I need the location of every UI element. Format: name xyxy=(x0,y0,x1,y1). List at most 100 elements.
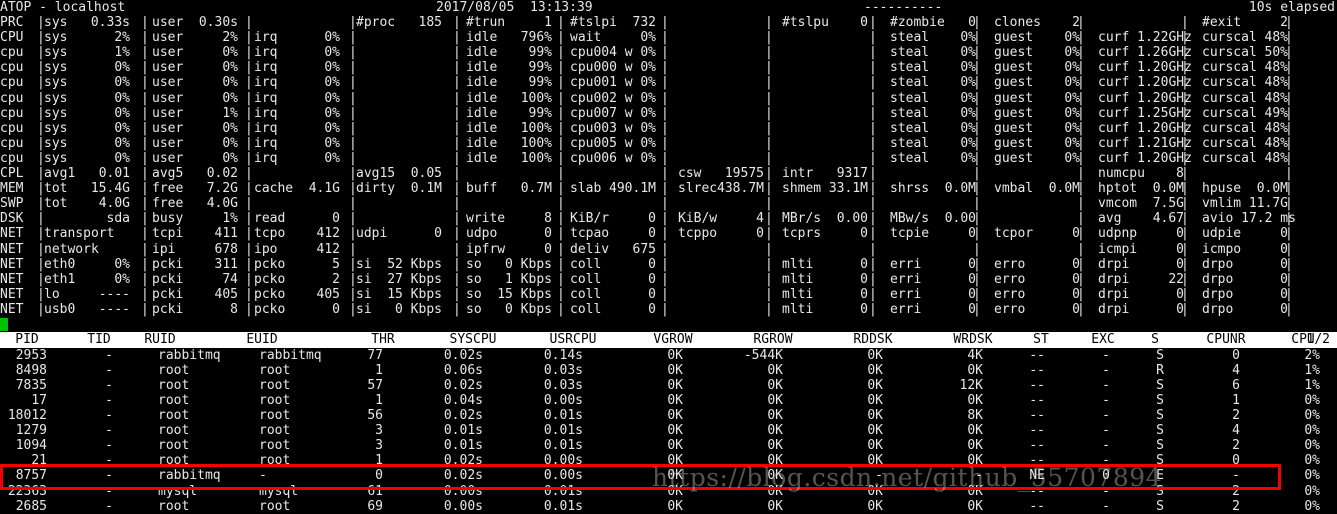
column-separator: | xyxy=(349,211,357,227)
process-table-row[interactable]: 2685- root root 69 0.00s 0.01s 0K 0K 0K 0K -- - S 2 0%… xyxy=(0,499,1337,514)
system-stat-value: 100% xyxy=(520,135,552,151)
system-stat-value: 0% xyxy=(640,105,656,121)
cursor-line xyxy=(0,317,1337,332)
system-stat-key: curf 1.25GHz xyxy=(1098,105,1192,121)
system-stat-value: 0% xyxy=(1064,30,1080,46)
process-table-row[interactable]: 1094-rootroot30.01s0.01s0K0K0K0K---S20%r… xyxy=(0,438,1337,453)
system-stat-value: 0.0M xyxy=(1152,181,1184,197)
process-cell-cpu: 0% xyxy=(1304,483,1320,499)
system-stat-label: NET xyxy=(0,256,24,272)
system-stat-value: 0.0M xyxy=(1256,181,1288,197)
system-stat-value: 438.7M xyxy=(717,181,764,197)
process-table-row[interactable]: 1279-rootroot30.01s0.01s0K0K0K0K---S40%r… xyxy=(0,423,1337,438)
column-separator: | xyxy=(661,120,669,136)
process-cell-tid: - xyxy=(105,377,113,393)
system-stat-row: NET | | | | | | | | | | | | | lo ---- pcki 405 pcko 405 si 15… xyxy=(0,287,1337,302)
column-separator: | xyxy=(349,120,357,136)
column-separator: | xyxy=(869,166,877,182)
system-stat-row: DSK | | | | | | | | | | | | | sda busy 1% read 0 write 8 KiB/… xyxy=(0,211,1337,226)
system-stat-value: 405 xyxy=(214,286,238,302)
process-table-row[interactable]: 17-rootroot10.04s0.00s0K0K0K0K---S10%rcu… xyxy=(0,393,1337,408)
column-separator: | xyxy=(557,196,565,212)
system-stat-value: 675 xyxy=(632,241,656,257)
system-stat-value: 4.0G xyxy=(206,196,238,212)
system-stat-value: 0.30s xyxy=(198,15,238,31)
column-separator: | xyxy=(765,150,773,166)
system-stat-value: 2 xyxy=(1280,15,1288,31)
process-cell-cpu: 2% xyxy=(1304,347,1320,363)
process-cell-cpu: 1% xyxy=(1304,377,1320,393)
system-stats-area: PRC | | | | | | | | | | | | | sys 0.33s user 0.30s #proc 18… xyxy=(0,15,1337,317)
column-separator: | xyxy=(973,196,981,212)
column-separator: | xyxy=(869,15,877,31)
column-separator: | xyxy=(661,60,669,76)
process-table-row[interactable]: 2953- rabbitmq rabbitmq 77 0.02s 0.14s 0K -544K… xyxy=(0,348,1337,363)
system-stat-value: 0 xyxy=(648,286,656,302)
terminal-cursor xyxy=(0,317,8,331)
system-stat-value: 0% xyxy=(114,150,130,166)
current-time: 13:13:39 xyxy=(530,0,593,15)
process-cell-tid: - xyxy=(105,392,113,408)
process-table-row[interactable]: 18012- root root 56 0.02s 0.01s 0K 0K 0K 8K -- - S 2 0… xyxy=(0,408,1337,423)
system-stat-value: 15 Kbps xyxy=(387,286,442,302)
system-stat-value: 0 xyxy=(1176,301,1184,317)
system-stat-value: 0.01 xyxy=(98,166,130,182)
column-separator: | xyxy=(869,241,877,257)
system-stat-value: 50% xyxy=(1264,45,1288,61)
process-cell-ruid: root xyxy=(158,408,190,424)
system-stat-value: 0 xyxy=(1176,226,1184,242)
process-cell-ruid: root xyxy=(158,377,190,393)
system-stat-value: 0% xyxy=(114,256,130,272)
process-column-header-euid[interactable]: EUID xyxy=(202,332,322,348)
column-separator: | xyxy=(765,45,773,61)
system-stat-row: cpu | | | | | | | | | | | | | sys 0% user 0% irq 0% idle 100%… xyxy=(0,151,1337,166)
system-stat-value: 100% xyxy=(520,150,552,166)
system-stat-value: 8 xyxy=(230,301,238,317)
process-table-row[interactable]: 7835- root root 57 0.02s 0.03s 0K 0K 0K 12K -- - S 6 1… xyxy=(0,378,1337,393)
system-stat-value: 0% xyxy=(640,45,656,61)
system-stat-key: avio 17.2 ms xyxy=(1202,211,1296,227)
system-stat-value: 0 xyxy=(332,211,340,227)
process-table-header[interactable]: PID TID RUID EUID THR SYSCPU USRCPU VGROW RGROW R… xyxy=(0,332,1337,348)
system-stat-key: transport xyxy=(44,226,115,242)
column-separator: | xyxy=(661,256,669,272)
system-stat-key: curf 1.22GHz xyxy=(1098,30,1192,46)
column-separator: | xyxy=(765,196,773,212)
system-stat-value: 0% xyxy=(324,45,340,61)
system-stat-label: NET xyxy=(0,286,24,302)
column-separator: | xyxy=(661,301,669,317)
process-cell-ruid: root xyxy=(158,423,190,439)
system-stat-value: 0 xyxy=(1280,286,1288,302)
system-stat-value: 0% xyxy=(222,45,238,61)
system-stat-value: 11.7G xyxy=(1248,196,1288,212)
process-table-row[interactable]: 8498-rootroot10.06s0.03s0K0K0K0K---R41%a… xyxy=(0,363,1337,378)
system-stat-value: 0% xyxy=(1064,60,1080,76)
column-separator: | xyxy=(1077,196,1085,212)
column-separator: | xyxy=(765,30,773,46)
system-stat-value: 0% xyxy=(640,60,656,76)
system-stat-value: 0 xyxy=(860,286,868,302)
system-stat-value: 49% xyxy=(1264,105,1288,121)
system-stat-label: cpu xyxy=(0,45,24,61)
system-stat-value: 0% xyxy=(1064,75,1080,91)
system-stat-value: 48% xyxy=(1264,75,1288,91)
system-stat-value: 0 xyxy=(968,226,976,242)
system-stat-value: 0 xyxy=(648,211,656,227)
system-stat-value: 0% xyxy=(222,120,238,136)
column-separator: | xyxy=(765,120,773,136)
system-stat-value: 0% xyxy=(1064,90,1080,106)
system-stat-value: 0.33s xyxy=(90,15,130,31)
system-stat-value: 0 xyxy=(544,226,552,242)
process-cell-cpu: 0% xyxy=(1304,438,1320,454)
system-stat-value: 1% xyxy=(114,45,130,61)
column-separator: | xyxy=(661,30,669,46)
system-stat-value: 15 Kbps xyxy=(497,286,552,302)
system-stat-label: CPL xyxy=(0,166,24,182)
column-separator: | xyxy=(869,271,877,287)
system-stat-value: 0 xyxy=(1280,256,1288,272)
process-cell-ruid: root xyxy=(158,498,190,514)
column-separator: | xyxy=(765,75,773,91)
system-stat-value: 7.2G xyxy=(206,181,238,197)
system-stat-value: 0.7M xyxy=(520,181,552,197)
system-stat-label: cpu xyxy=(0,75,24,91)
